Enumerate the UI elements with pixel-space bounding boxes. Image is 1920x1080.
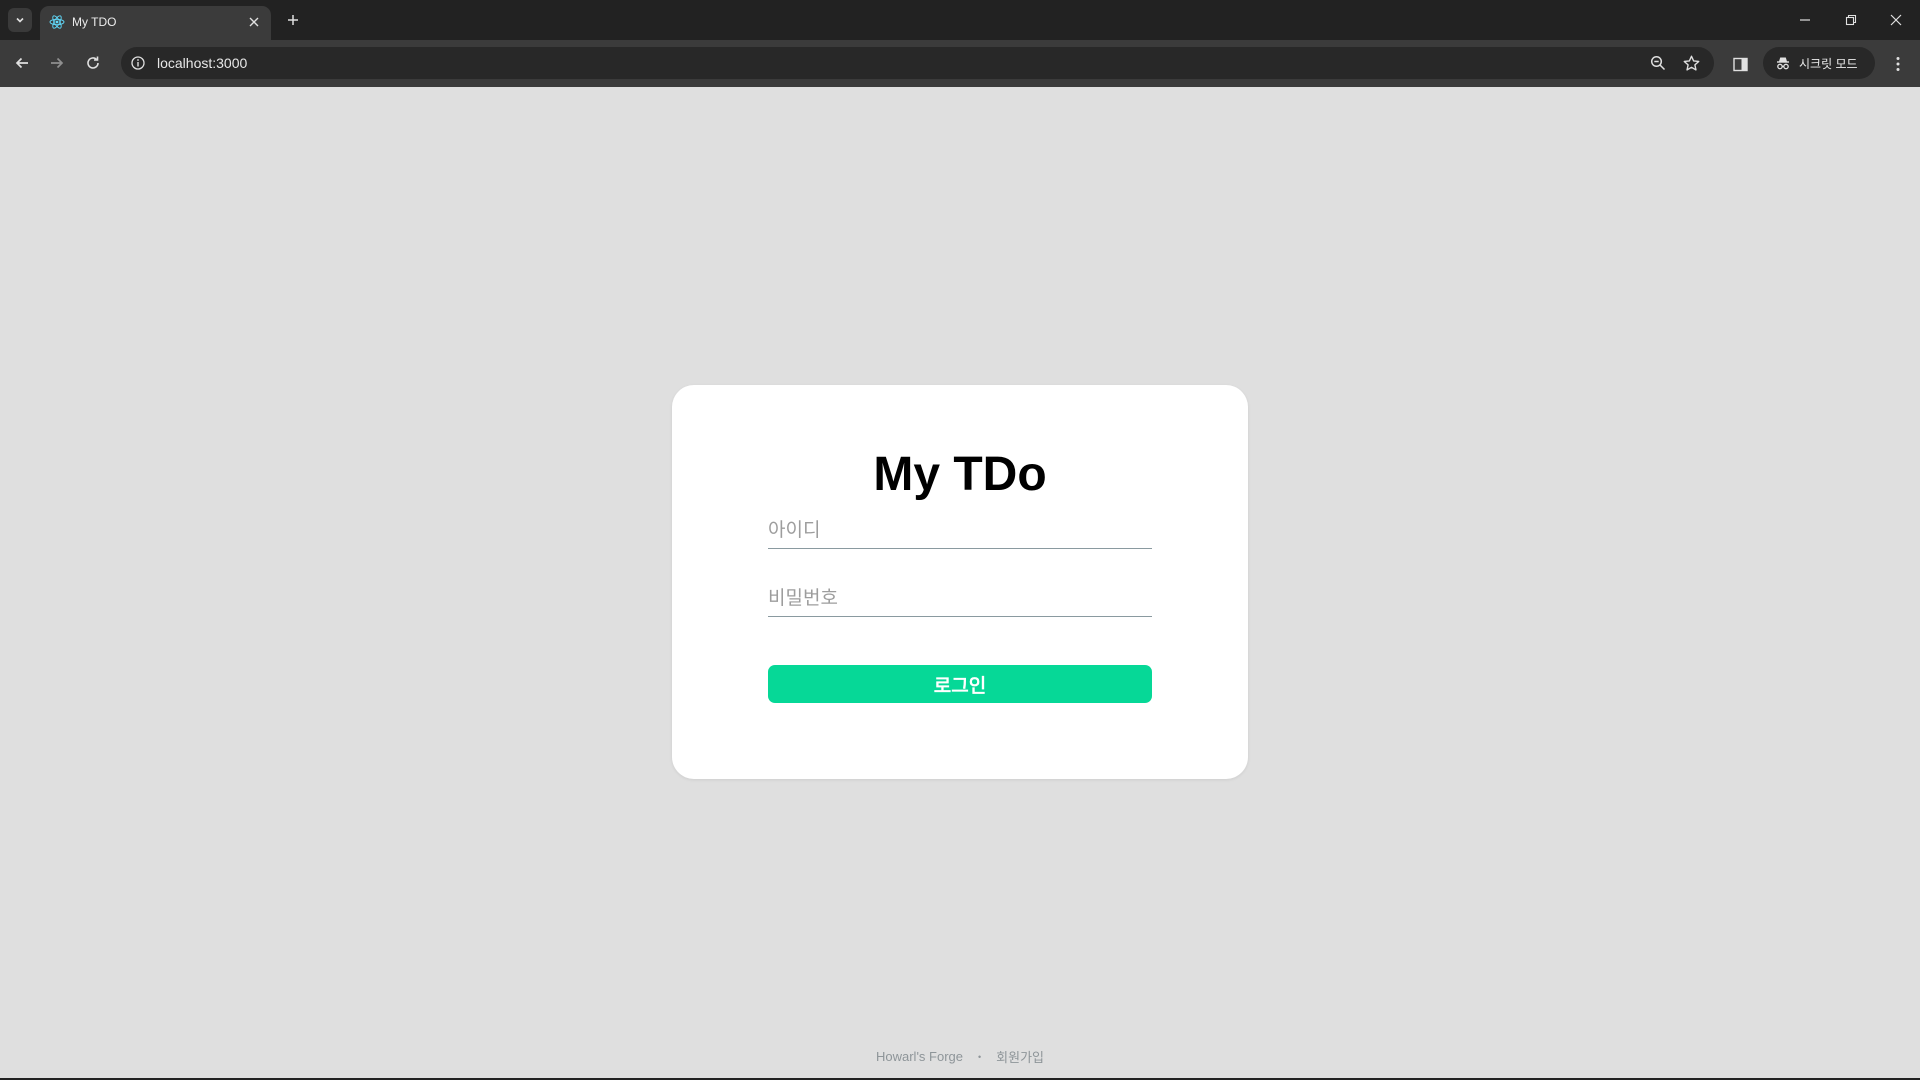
more-vertical-icon — [1896, 57, 1900, 71]
reload-button[interactable] — [80, 50, 106, 76]
forward-button[interactable] — [44, 50, 70, 76]
tab-search-button[interactable] — [8, 8, 32, 32]
incognito-icon — [1777, 57, 1789, 70]
site-info-button[interactable] — [129, 54, 147, 72]
back-button[interactable] — [9, 50, 35, 76]
incognito-indicator[interactable]: 시크릿 모드 — [1763, 47, 1875, 79]
react-icon — [49, 15, 65, 29]
login-button[interactable]: 로그인 — [768, 665, 1152, 703]
browser-toolbar: localhost:3000 시크릿 모드 — [0, 40, 1920, 87]
restore-icon — [1845, 14, 1857, 26]
incognito-label: 시크릿 모드 — [1799, 56, 1858, 71]
tab-close-button[interactable] — [245, 13, 263, 31]
page-viewport: My TDo 로그인 Howarl's Forge • 회원가입 — [0, 87, 1920, 1080]
minimize-icon — [1800, 19, 1810, 21]
password-input[interactable] — [768, 581, 1152, 617]
app-title: My TDo — [873, 448, 1047, 501]
close-icon — [1890, 14, 1902, 26]
side-panel-icon — [1732, 57, 1748, 71]
arrow-left-icon — [15, 57, 28, 69]
url-text[interactable]: localhost:3000 — [157, 55, 247, 71]
chevron-down-icon — [16, 17, 24, 23]
tab-title: My TDO — [72, 15, 117, 29]
signup-link[interactable]: 회원가입 — [996, 1047, 1044, 1066]
info-icon — [131, 56, 145, 70]
zoom-out-icon — [1650, 55, 1666, 71]
address-bar[interactable]: localhost:3000 — [121, 47, 1714, 79]
login-card: My TDo 로그인 — [672, 385, 1248, 779]
star-icon — [1683, 55, 1699, 71]
zoom-button[interactable] — [1648, 53, 1668, 73]
footer-separator: • — [978, 1051, 982, 1062]
close-window-button[interactable] — [1882, 6, 1910, 34]
new-tab-button[interactable] — [282, 9, 304, 31]
minimize-button[interactable] — [1791, 6, 1819, 34]
restore-button[interactable] — [1837, 6, 1865, 34]
arrow-right-icon — [51, 57, 64, 69]
side-panel-button[interactable] — [1729, 53, 1751, 75]
footer: Howarl's Forge • 회원가입 — [0, 1047, 1920, 1066]
tab-strip: My TDO — [0, 0, 1920, 40]
close-icon — [249, 17, 259, 27]
reload-icon — [87, 56, 99, 69]
id-input[interactable] — [768, 513, 1152, 549]
active-tab[interactable]: My TDO — [40, 6, 271, 40]
plus-icon — [288, 15, 298, 25]
footer-brand: Howarl's Forge — [875, 1049, 963, 1064]
bookmark-button[interactable] — [1681, 53, 1701, 73]
browser-menu-button[interactable] — [1886, 52, 1910, 76]
